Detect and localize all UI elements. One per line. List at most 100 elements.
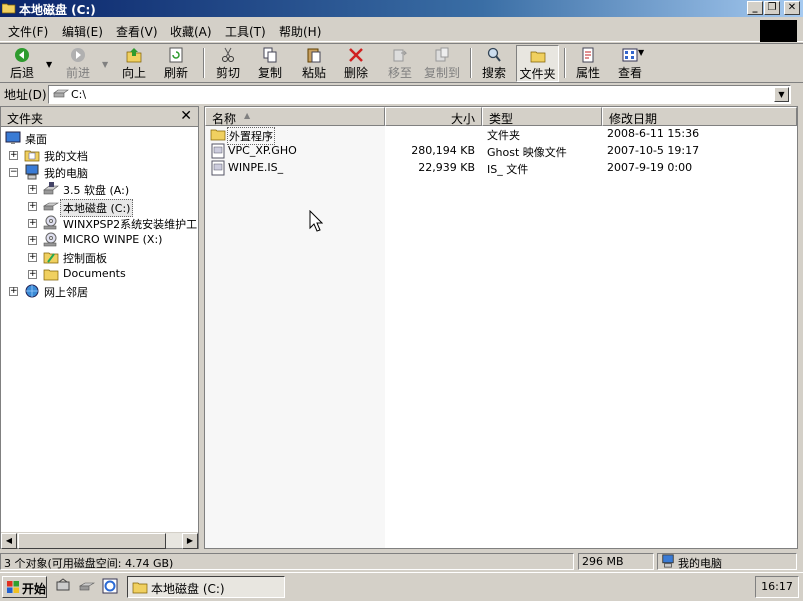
menu-view[interactable]: 查看(V)	[116, 23, 158, 40]
start-button[interactable]: 开始	[2, 576, 47, 598]
delete-button[interactable]: 删除	[340, 45, 372, 82]
menu-tools[interactable]: 工具(T)	[225, 23, 266, 40]
paste-icon	[307, 48, 321, 63]
tree-item-control-panel[interactable]: + 控制面板	[1, 249, 198, 266]
file-icon	[211, 160, 225, 176]
up-button[interactable]: 向上	[118, 45, 150, 82]
maximize-button[interactable]: ❐	[764, 1, 780, 15]
system-tray-clock[interactable]: 16:17	[755, 576, 799, 598]
refresh-button[interactable]: 刷新	[160, 45, 192, 82]
folders-label: 文件夹	[519, 67, 556, 81]
mouse-cursor-icon	[309, 210, 323, 232]
tree-item-floppy[interactable]: + 3.5 软盘 (A:)	[1, 181, 198, 198]
tree-item-documents[interactable]: + Documents	[1, 266, 198, 283]
menu-file[interactable]: 文件(F)	[8, 23, 48, 40]
minimize-button[interactable]: _	[747, 1, 763, 15]
scrollbar-thumb[interactable]	[18, 533, 166, 549]
move-to-button[interactable]: 移至	[384, 45, 416, 82]
expand-icon[interactable]: +	[28, 270, 37, 279]
tree-item-cd-micro-winpe[interactable]: + MICRO WINPE (X:)	[1, 232, 198, 249]
tree-item-label: MICRO WINPE (X:)	[63, 233, 163, 246]
back-arrow-icon	[15, 48, 29, 62]
window-title: 本地磁盘 (C:)	[19, 3, 96, 17]
expand-icon[interactable]: +	[9, 151, 18, 160]
copy-to-button[interactable]: 复制到	[422, 45, 462, 82]
collapse-icon[interactable]: −	[9, 168, 18, 177]
paste-label: 粘贴	[301, 66, 326, 80]
forward-button[interactable]: 前进	[62, 45, 94, 82]
folder-icon	[210, 129, 226, 141]
menu-bar: 文件(F) 编辑(E) 查看(V) 收藏(A) 工具(T) 帮助(H)	[0, 18, 803, 42]
close-button[interactable]: ✕	[784, 1, 800, 15]
show-desktop-icon[interactable]	[55, 578, 71, 594]
close-icon[interactable]: ✕	[180, 108, 192, 124]
search-icon	[487, 47, 501, 62]
start-label: 开始	[22, 582, 47, 596]
expand-icon[interactable]: +	[28, 253, 37, 262]
expand-icon[interactable]: +	[28, 236, 37, 245]
column-header-name[interactable]: 名称 ▲	[205, 107, 385, 126]
forward-dropdown-icon[interactable]: ▼	[102, 60, 108, 69]
my-computer-icon	[25, 164, 39, 180]
desktop-icon	[5, 131, 21, 144]
properties-label: 属性	[575, 66, 600, 80]
address-dropdown-icon[interactable]: ▼	[774, 87, 789, 102]
taskbar-window-button[interactable]: 本地磁盘 (C:)	[127, 576, 285, 598]
back-dropdown-icon[interactable]: ▼	[46, 60, 52, 69]
move-to-icon	[393, 49, 408, 62]
tree-item-desktop[interactable]: 桌面	[1, 130, 198, 147]
forward-label: 前进	[65, 66, 90, 80]
address-input[interactable]: C:\ ▼	[48, 85, 791, 104]
file-row[interactable]: 外置程序 文件夹 2008-6-11 15:36	[205, 126, 797, 145]
search-button[interactable]: 搜索	[478, 45, 510, 82]
file-modified: 2007-9-19 0:00	[607, 161, 693, 174]
toolbar: 后退 ▼ 前进 ▼ 向上 刷新 剪切 复制 粘贴 删除 移至 复制到 搜索 文件…	[0, 43, 803, 83]
folders-button[interactable]: 文件夹	[516, 45, 559, 82]
hard-disk-icon[interactable]	[79, 578, 95, 594]
scroll-left-icon[interactable]: ◀	[1, 533, 17, 549]
copy-button[interactable]: 复制	[254, 45, 286, 82]
cd-drive-icon	[43, 232, 57, 247]
status-bar: 3 个对象(可用磁盘空间: 4.74 GB) 296 MB 我的电脑	[0, 552, 803, 571]
menu-help[interactable]: 帮助(H)	[279, 23, 321, 40]
tree-item-label: 我的电脑	[44, 167, 88, 180]
folder-up-icon	[126, 48, 142, 63]
taskbar-window-label: 本地磁盘 (C:)	[151, 582, 225, 596]
tree-item-local-disk-c[interactable]: + 本地磁盘 (C:)	[1, 198, 198, 217]
tree-item-network[interactable]: + 网上邻居	[1, 283, 198, 300]
tree-item-label: 3.5 软盘 (A:)	[63, 184, 130, 197]
search-label: 搜索	[481, 66, 506, 80]
expand-icon[interactable]: +	[28, 219, 37, 228]
expand-icon[interactable]: +	[28, 202, 37, 211]
windows-logo-icon	[7, 581, 19, 593]
tree-item-cd-winxpsp2[interactable]: + WINXPSP2系统安装维护工	[1, 215, 198, 232]
expand-icon[interactable]: +	[9, 287, 18, 296]
tree-item-my-computer[interactable]: − 我的电脑	[1, 164, 198, 181]
network-icon	[25, 284, 39, 298]
file-row[interactable]: VPC_XP.GHO 280,194 KB Ghost 映像文件 2007-10…	[205, 143, 797, 160]
address-bar: 地址(D) C:\ ▼	[0, 84, 803, 104]
copy-to-label: 复制到	[423, 66, 460, 80]
file-row[interactable]: WINPE.IS_ 22,939 KB IS_ 文件 2007-9-19 0:0…	[205, 160, 797, 177]
column-header-modified[interactable]: 修改日期	[602, 107, 797, 126]
internet-explorer-icon[interactable]	[102, 578, 118, 594]
scroll-right-icon[interactable]: ▶	[182, 533, 198, 549]
back-button[interactable]: 后退	[4, 45, 40, 82]
view-dropdown-icon[interactable]: ▼	[638, 48, 644, 57]
paste-button[interactable]: 粘贴	[298, 45, 330, 82]
column-header-size[interactable]: 大小	[385, 107, 482, 126]
status-zone: 我的电脑	[657, 553, 797, 570]
horizontal-scrollbar[interactable]: ◀ ▶	[1, 532, 198, 549]
copy-label: 复制	[257, 66, 282, 80]
column-header-type[interactable]: 类型	[482, 107, 602, 126]
expand-icon[interactable]: +	[28, 185, 37, 194]
menu-edit[interactable]: 编辑(E)	[62, 23, 103, 40]
menu-favorites[interactable]: 收藏(A)	[170, 23, 212, 40]
forward-arrow-icon	[71, 48, 85, 62]
file-modified: 2007-10-5 19:17	[607, 144, 700, 157]
properties-button[interactable]: 属性	[572, 45, 604, 82]
column-header-label: 名称	[212, 112, 237, 126]
tree-item-my-documents[interactable]: + 我的文档	[1, 147, 198, 164]
view-label: 查看	[617, 66, 642, 80]
cut-button[interactable]: 剪切	[212, 45, 244, 82]
